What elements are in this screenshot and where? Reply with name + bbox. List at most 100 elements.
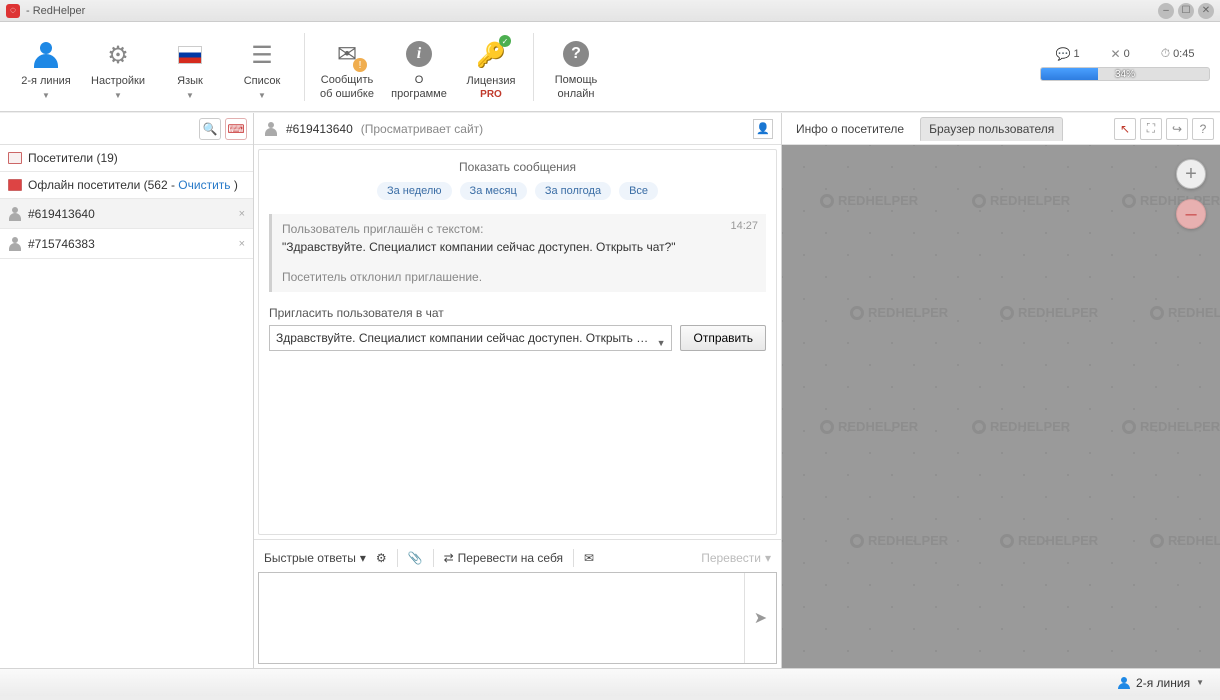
compose-settings-button[interactable]: ⚙ xyxy=(376,551,387,565)
help-online-button[interactable]: ? Помощь онлайн xyxy=(540,27,612,107)
mail-button[interactable]: ✉ xyxy=(584,551,594,565)
progress-bar: 34% xyxy=(1040,67,1210,81)
key-icon: 🔑✓ xyxy=(475,39,507,71)
flag-ru-icon xyxy=(178,46,202,64)
stat-timer: ⏱0:45 xyxy=(1161,46,1195,61)
browser-preview[interactable]: REDHELPER REDHELPER REDHELPER REDHELPER … xyxy=(782,145,1220,668)
person-icon xyxy=(31,40,61,70)
second-line-button[interactable]: 2-я линия ▼ xyxy=(10,27,82,107)
fullscreen-tool-button[interactable]: ⛶ xyxy=(1140,118,1162,140)
help-icon: ? xyxy=(563,41,589,67)
settings-label: Настройки xyxy=(91,75,145,88)
cursor-tool-button[interactable]: ↖ xyxy=(1114,118,1136,140)
visitors-section-label: Посетители (19) xyxy=(28,151,118,165)
visitor-id: #619413640 xyxy=(28,207,95,221)
clock-icon: ⏱ xyxy=(1161,46,1170,61)
attach-button[interactable]: 📎 xyxy=(408,551,423,565)
list-label: Список xyxy=(244,75,281,88)
window-maximize-button[interactable]: ☐ xyxy=(1178,3,1194,19)
event-declined: Посетитель отклонил приглашение. xyxy=(282,268,756,286)
stat-timer-value: 0:45 xyxy=(1173,48,1194,60)
translate-label: Перевести xyxy=(701,551,761,565)
take-chat-label: Перевести на себя xyxy=(458,551,563,565)
visitor-list-item[interactable]: #619413640 × xyxy=(0,199,253,229)
send-invite-button[interactable]: Отправить xyxy=(680,325,766,351)
event-quote: "Здравствуйте. Специалист компании сейча… xyxy=(282,238,756,256)
chevron-down-icon: ▼ xyxy=(114,91,122,100)
translate-button[interactable]: Перевести ▾ xyxy=(701,551,771,565)
chat-header-action-button[interactable]: 👤 xyxy=(753,119,773,139)
chat-panel: #619413640 (Просматривает сайт) 👤 Показа… xyxy=(254,113,782,668)
zoom-in-button[interactable]: + xyxy=(1176,159,1206,189)
visitor-icon xyxy=(264,122,278,136)
chevron-down-icon: ▼ xyxy=(258,91,266,100)
report-error-button[interactable]: ✉! Сообщить об ошибке xyxy=(311,27,383,107)
status-bar: 2-я линия ▼ xyxy=(0,668,1220,696)
language-label: Язык xyxy=(177,75,203,88)
range-all-button[interactable]: Все xyxy=(619,182,658,200)
tab-user-browser[interactable]: Браузер пользователя xyxy=(920,117,1063,141)
list-button[interactable]: ☰ Список ▼ xyxy=(226,27,298,107)
help-label: Помощь онлайн xyxy=(555,74,598,100)
app-icon: ◌ xyxy=(6,4,20,18)
cursor-icon: ↖ xyxy=(1120,122,1130,136)
settings-button[interactable]: ⚙ Настройки ▼ xyxy=(82,27,154,107)
list-icon: ☰ xyxy=(246,39,278,71)
chat-visitor-status: (Просматривает сайт) xyxy=(361,122,483,136)
chevron-down-icon: ▾ xyxy=(765,551,771,565)
stat-x-value: 0 xyxy=(1124,48,1130,60)
about-button[interactable]: i О программе xyxy=(383,27,455,107)
offline-visitors-section[interactable]: Офлайн посетители (562 - Очистить ) xyxy=(0,172,253,199)
report-error-label: Сообщить об ошибке xyxy=(320,74,374,100)
chat-event: 14:27 Пользователь приглашён с текстом: … xyxy=(269,214,766,292)
chevron-down-icon[interactable]: ▼ xyxy=(1196,678,1204,687)
close-visitor-button[interactable]: × xyxy=(239,238,245,250)
invite-text-select[interactable]: Здравствуйте. Специалист компании сейчас… xyxy=(269,325,672,351)
second-line-label: 2-я линия xyxy=(21,75,71,88)
right-panel: Инфо о посетителе Браузер пользователя ↖… xyxy=(782,113,1220,668)
sidebar-calendar-button[interactable]: ⌨ xyxy=(225,118,247,140)
take-chat-button[interactable]: ⇄ Перевести на себя xyxy=(444,551,563,565)
visitor-list-item[interactable]: #715746383 × xyxy=(0,229,253,259)
compose-send-button[interactable]: ➤ xyxy=(744,573,776,663)
help-small-icon: ? xyxy=(1200,122,1207,136)
visitor-id: #715746383 xyxy=(28,237,95,251)
main-toolbar: 2-я линия ▼ ⚙ Настройки ▼ Язык ▼ ☰ Списо… xyxy=(0,22,1220,112)
clear-offline-link[interactable]: Очистить xyxy=(178,178,230,192)
language-button[interactable]: Язык ▼ xyxy=(154,27,226,107)
toolbar-status-panel: 💬1 ✕0 ⏱0:45 34% xyxy=(1040,46,1210,81)
info-icon: i xyxy=(406,41,432,67)
right-tabs: Инфо о посетителе Браузер пользователя ↖… xyxy=(782,113,1220,145)
paperclip-icon: 📎 xyxy=(408,551,423,565)
chevron-down-icon: ▼ xyxy=(186,91,194,100)
share-icon: ↪ xyxy=(1172,122,1182,136)
gear-icon: ⚙ xyxy=(102,39,134,71)
zoom-out-button[interactable]: – xyxy=(1176,199,1206,229)
calendar-icon: ⌨ xyxy=(227,122,244,136)
mail-icon: ✉ xyxy=(584,551,594,565)
right-help-button[interactable]: ? xyxy=(1192,118,1214,140)
sidebar-search-button[interactable]: 🔍 xyxy=(199,118,221,140)
window-titlebar: ◌ - RedHelper – ☐ ✕ xyxy=(0,0,1220,22)
chip-red-icon xyxy=(8,179,22,191)
person-small-icon: 👤 xyxy=(756,122,770,135)
close-visitor-button[interactable]: × xyxy=(239,208,245,220)
share-tool-button[interactable]: ↪ xyxy=(1166,118,1188,140)
quick-replies-button[interactable]: Быстрые ответы ▾ xyxy=(264,551,366,565)
license-button[interactable]: 🔑✓ Лицензия PRO xyxy=(455,27,527,107)
chat-header: #619413640 (Просматривает сайт) 👤 xyxy=(254,113,781,145)
tab-visitor-info[interactable]: Инфо о посетителе xyxy=(788,118,912,140)
fullscreen-icon: ⛶ xyxy=(1147,121,1155,136)
window-minimize-button[interactable]: – xyxy=(1158,3,1174,19)
range-month-button[interactable]: За месяц xyxy=(460,182,527,200)
range-week-button[interactable]: За неделю xyxy=(377,182,452,200)
window-close-button[interactable]: ✕ xyxy=(1198,3,1214,19)
window-title: - RedHelper xyxy=(26,5,1152,17)
visitors-section[interactable]: Посетители (19) xyxy=(0,145,253,172)
send-icon: ➤ xyxy=(754,608,767,628)
message-input[interactable] xyxy=(259,573,744,663)
quick-replies-label: Быстрые ответы xyxy=(264,551,356,565)
range-halfyear-button[interactable]: За полгода xyxy=(535,182,611,200)
stat-chats: 💬1 xyxy=(1055,46,1079,61)
visitor-icon xyxy=(8,207,22,221)
